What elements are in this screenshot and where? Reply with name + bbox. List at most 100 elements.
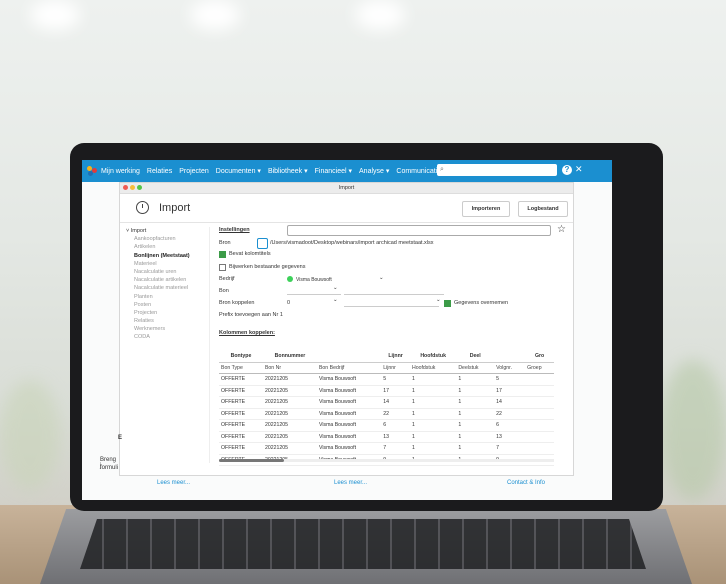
gegevens-overnemen-label: Gegevens overnemen bbox=[454, 300, 509, 306]
nav-mijn-werking[interactable]: Mijn werking bbox=[101, 168, 140, 175]
table-cell bbox=[525, 442, 554, 455]
table-cell: 14 bbox=[494, 396, 526, 409]
column-header[interactable] bbox=[316, 351, 382, 363]
column-header[interactable]: Lijnnr bbox=[381, 351, 410, 363]
table-cell bbox=[525, 373, 554, 386]
table-cell: 20221205 bbox=[262, 442, 317, 455]
table-cell: 22 bbox=[381, 408, 410, 420]
nav-analyse[interactable]: Analyse ▾ bbox=[359, 167, 389, 175]
favorite-star-icon[interactable]: ☆ bbox=[557, 224, 566, 235]
top-nav: Mijn werking Relaties Projecten Document… bbox=[82, 160, 612, 182]
column-header[interactable]: Bonnummer bbox=[262, 351, 317, 363]
table-cell: 20221205 bbox=[262, 431, 317, 443]
bron-koppelen-label: Bron koppelen bbox=[219, 300, 255, 306]
bon-select-2[interactable] bbox=[344, 286, 444, 295]
source-header: Deelstuk bbox=[456, 362, 495, 374]
table-cell: 20221205 bbox=[262, 419, 317, 432]
column-header[interactable]: Bontype bbox=[219, 351, 263, 363]
bron-koppelen-select-2[interactable] bbox=[344, 298, 439, 307]
bijwerken-checkbox[interactable] bbox=[219, 264, 226, 271]
chevron-down-icon[interactable]: ⌄ bbox=[379, 275, 384, 281]
table-cell: 1 bbox=[409, 442, 457, 455]
contact-info-link[interactable]: Contact & Info bbox=[507, 480, 545, 486]
sidebar-item[interactable]: Projecten bbox=[123, 309, 209, 317]
sidebar-item[interactable]: Nacalculatie artikelen bbox=[123, 276, 209, 284]
table-cell: 1 bbox=[409, 431, 457, 443]
lees-meer-link[interactable]: Lees meer... bbox=[157, 480, 190, 486]
bijwerken-label: Bijwerken bestaande gegevens bbox=[229, 264, 306, 270]
table-cell: 1 bbox=[409, 396, 457, 409]
table-cell: 6 bbox=[494, 419, 526, 432]
mapping-table: Bontype Bonnummer Lijnnr Hoofdstuk Deel … bbox=[219, 351, 554, 466]
table-cell: 20221205 bbox=[262, 396, 317, 409]
table-cell: 17 bbox=[494, 385, 526, 397]
table-cell bbox=[525, 396, 554, 409]
table-cell: OFFERTE bbox=[219, 396, 263, 409]
table-cell: OFFERTE bbox=[219, 408, 263, 420]
table-cell: Visma Bouwsoft bbox=[316, 442, 382, 455]
source-header: Lijnnr bbox=[381, 362, 410, 374]
sidebar-group-import[interactable]: ˅ Import bbox=[123, 227, 209, 235]
maximize-dot-icon[interactable] bbox=[137, 185, 142, 190]
table-cell: 14 bbox=[381, 396, 410, 409]
table-row: OFFERTE 20221205 Visma Bouwsoft 13 1 1 13 bbox=[219, 431, 554, 443]
column-header[interactable]: Hoofdstuk bbox=[409, 351, 457, 363]
nav-documenten[interactable]: Documenten ▾ bbox=[216, 167, 261, 175]
sidebar-item[interactable]: Nacalculatie uren bbox=[123, 268, 209, 276]
sidebar-item[interactable]: Posten bbox=[123, 301, 209, 309]
bron-label: Bron bbox=[219, 240, 231, 246]
table-cell: 1 bbox=[456, 442, 495, 455]
help-icon[interactable]: ? bbox=[562, 165, 572, 175]
nav-relaties[interactable]: Relaties bbox=[147, 168, 172, 175]
horizontal-scrollbar[interactable] bbox=[219, 459, 554, 462]
chevron-down-icon[interactable]: ⌄ bbox=[436, 297, 441, 303]
sidebar-item[interactable]: Materieel bbox=[123, 260, 209, 268]
sidebar-item[interactable]: Relaties bbox=[123, 317, 209, 325]
sidebar-item[interactable]: Werknemers bbox=[123, 325, 209, 333]
source-header: Groep bbox=[525, 362, 554, 374]
column-header[interactable]: Gro bbox=[525, 351, 554, 363]
minimize-dot-icon[interactable] bbox=[130, 185, 135, 190]
settings-select[interactable] bbox=[287, 225, 551, 236]
lees-meer-link[interactable]: Lees meer... bbox=[334, 480, 367, 486]
table-row: OFFERTE 20221205 Visma Bouwsoft 7 1 1 7 bbox=[219, 442, 554, 455]
tools-icon[interactable]: ✕ bbox=[575, 164, 583, 175]
bevat-kolomtitels-checkbox[interactable] bbox=[219, 251, 226, 258]
table-cell: 20221205 bbox=[262, 385, 317, 397]
sidebar-item[interactable]: Planten bbox=[123, 293, 209, 301]
nav-bibliotheek[interactable]: Bibliotheek ▾ bbox=[268, 167, 308, 175]
table-cell: OFFERTE bbox=[219, 419, 263, 432]
scrollbar-thumb[interactable] bbox=[219, 459, 284, 462]
laptop-keyboard bbox=[80, 519, 646, 569]
gegevens-overnemen-checkbox[interactable] bbox=[444, 300, 451, 307]
sidebar-item[interactable]: Aankoopfacturen bbox=[123, 235, 209, 243]
bedrijf-label: Bedrijf bbox=[219, 276, 235, 282]
bedrijf-value[interactable]: Visma Bouwsoft bbox=[296, 277, 332, 283]
import-button[interactable]: Importeren bbox=[462, 201, 510, 217]
table-cell: 22 bbox=[494, 408, 526, 420]
chevron-down-icon[interactable]: ⌄ bbox=[333, 285, 338, 291]
search-input[interactable]: ⌕ bbox=[437, 164, 557, 176]
table-cell: 1 bbox=[409, 385, 457, 397]
table-cell: 20221205 bbox=[262, 373, 317, 386]
sidebar-item[interactable]: Nacalculatie materieel bbox=[123, 284, 209, 292]
file-picker-button[interactable] bbox=[257, 238, 268, 249]
chevron-down-icon[interactable]: ⌄ bbox=[333, 297, 338, 303]
table-cell: Visma Bouwsoft bbox=[316, 408, 382, 420]
source-header-row: Bon Type Bon Nr Bon Bedrijf Lijnnr Hoofd… bbox=[219, 362, 554, 374]
page-title: Import bbox=[159, 202, 191, 214]
nav-projecten[interactable]: Projecten bbox=[179, 168, 209, 175]
column-header[interactable] bbox=[494, 351, 526, 363]
bron-koppelen-value[interactable]: 0 bbox=[287, 300, 290, 306]
source-header: Bon Bedrijf bbox=[316, 362, 382, 374]
column-header[interactable]: Deel bbox=[456, 351, 495, 363]
sidebar-item[interactable]: Artikelen bbox=[123, 243, 209, 251]
nav-financieel[interactable]: Financieel ▾ bbox=[315, 167, 352, 175]
table-cell: 1 bbox=[456, 431, 495, 443]
table-cell: 17 bbox=[381, 385, 410, 397]
sidebar-item-selected[interactable]: Bonlijnen (Meetstaat) bbox=[123, 252, 209, 260]
close-dot-icon[interactable] bbox=[123, 185, 128, 190]
log-button[interactable]: Logbestand bbox=[518, 201, 568, 217]
sidebar-item[interactable]: CODA bbox=[123, 333, 209, 341]
table-cell: 1 bbox=[409, 408, 457, 420]
